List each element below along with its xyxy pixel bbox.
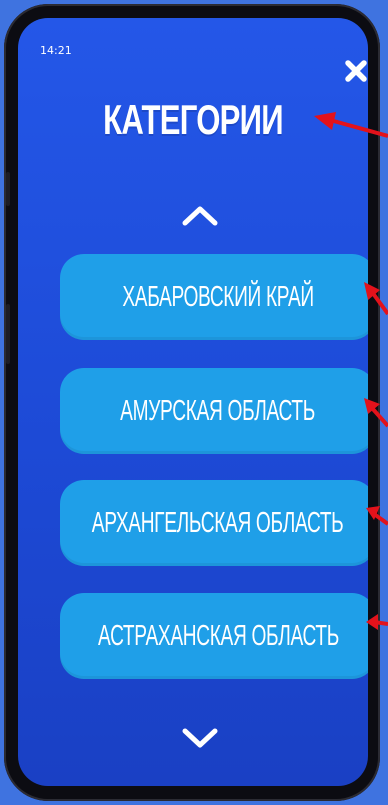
category-label: АРХАНГЕЛЬСКАЯ ОБЛАСТЬ: [92, 506, 344, 539]
scroll-up-button[interactable]: [179, 201, 221, 229]
page-title: КАТЕГОРИИ: [103, 96, 283, 143]
phone-side-button: [6, 304, 10, 364]
category-button-amur[interactable]: АМУРСКАЯ ОБЛАСТЬ: [60, 368, 368, 454]
category-label: АМУРСКАЯ ОБЛАСТЬ: [120, 394, 316, 427]
phone-side-button: [6, 172, 10, 206]
close-button[interactable]: [343, 58, 368, 84]
category-button-khabarovsk[interactable]: ХАБАРОВСКИЙ КРАЙ: [60, 254, 368, 340]
chevron-down-icon: [182, 728, 218, 748]
category-button-astrakhan[interactable]: АСТРАХАНСКАЯ ОБЛАСТЬ: [60, 593, 368, 679]
status-time: 14:21: [40, 44, 72, 57]
category-button-arkhangelsk[interactable]: АРХАНГЕЛЬСКАЯ ОБЛАСТЬ: [60, 480, 368, 566]
phone-frame: 14:21 КАТЕГОРИИ ХАБАРОВСКИЙ КРАЙ АМУРСКА…: [4, 4, 380, 801]
scroll-down-button[interactable]: [179, 725, 221, 753]
chevron-up-icon: [182, 206, 218, 226]
app-screen: 14:21 КАТЕГОРИИ ХАБАРОВСКИЙ КРАЙ АМУРСКА…: [18, 18, 368, 786]
category-label: ХАБАРОВСКИЙ КРАЙ: [122, 280, 314, 313]
category-label: АСТРАХАНСКАЯ ОБЛАСТЬ: [97, 619, 339, 652]
close-icon: [345, 60, 367, 82]
